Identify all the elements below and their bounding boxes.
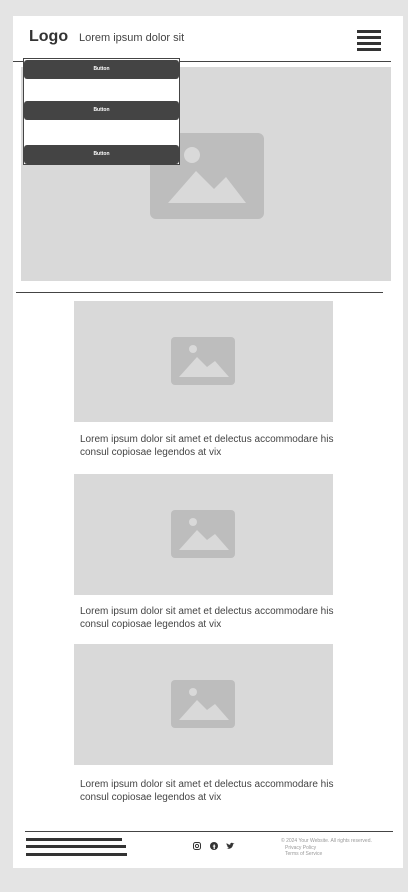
instagram-icon[interactable] [193, 842, 201, 852]
card-image [74, 474, 333, 595]
image-placeholder-icon [171, 680, 235, 728]
section-divider [16, 292, 383, 293]
copyright-text: © 2024 Your Website. All rights reserved… [281, 838, 372, 844]
terms-of-service-link[interactable]: Terms of Service [285, 851, 322, 857]
card-text: Lorem ipsum dolor sit amet et delectus a… [80, 779, 334, 803]
twitter-icon[interactable] [226, 842, 235, 852]
image-placeholder-icon [171, 337, 235, 385]
menu-button-3[interactable]: Button [24, 145, 179, 164]
card-text: Lorem ipsum dolor sit amet et delectus a… [80, 606, 334, 630]
header-tagline: Lorem ipsum dolor sit [79, 32, 185, 44]
facebook-icon[interactable] [210, 842, 218, 852]
menu-button-2[interactable]: Button [24, 101, 179, 120]
card-image [74, 644, 333, 765]
hamburger-menu-icon[interactable] [357, 30, 381, 52]
card-image [74, 301, 333, 422]
image-placeholder-icon [171, 510, 235, 558]
footer-divider [25, 831, 393, 832]
menu-button-1[interactable]: Button [24, 60, 179, 79]
dropdown-menu: Button Button Button [23, 58, 180, 165]
card-text: Lorem ipsum dolor sit amet et delectus a… [80, 434, 334, 458]
page: Logo Lorem ipsum dolor sit Button Button… [13, 16, 403, 868]
logo[interactable]: Logo [29, 28, 68, 46]
